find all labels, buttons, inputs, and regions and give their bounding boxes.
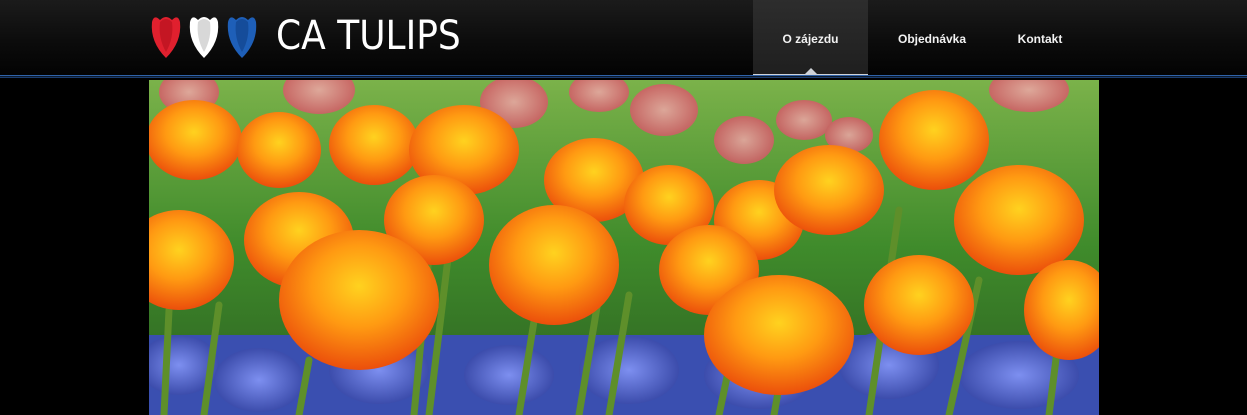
logo[interactable]: CA TULIPS [148,12,481,60]
site-name: CA TULIPS [276,13,461,59]
tulip-field-photo [149,80,1099,415]
nav-item-kontakt[interactable]: Kontakt [996,0,1084,78]
blue-tulip-icon [227,17,257,58]
hero-image [149,80,1099,415]
nav-item-objednavka[interactable]: Objednávka [868,0,996,78]
main-navigation: O zájezdu Objednávka Kontakt [753,0,1084,78]
header-divider [0,75,1247,78]
nav-item-o-zajezdu[interactable]: O zájezdu [753,0,868,78]
white-tulip-icon [189,17,219,58]
red-tulip-icon [151,17,181,58]
site-header: CA TULIPS O zájezdu Objednávka Kontakt [0,0,1247,78]
